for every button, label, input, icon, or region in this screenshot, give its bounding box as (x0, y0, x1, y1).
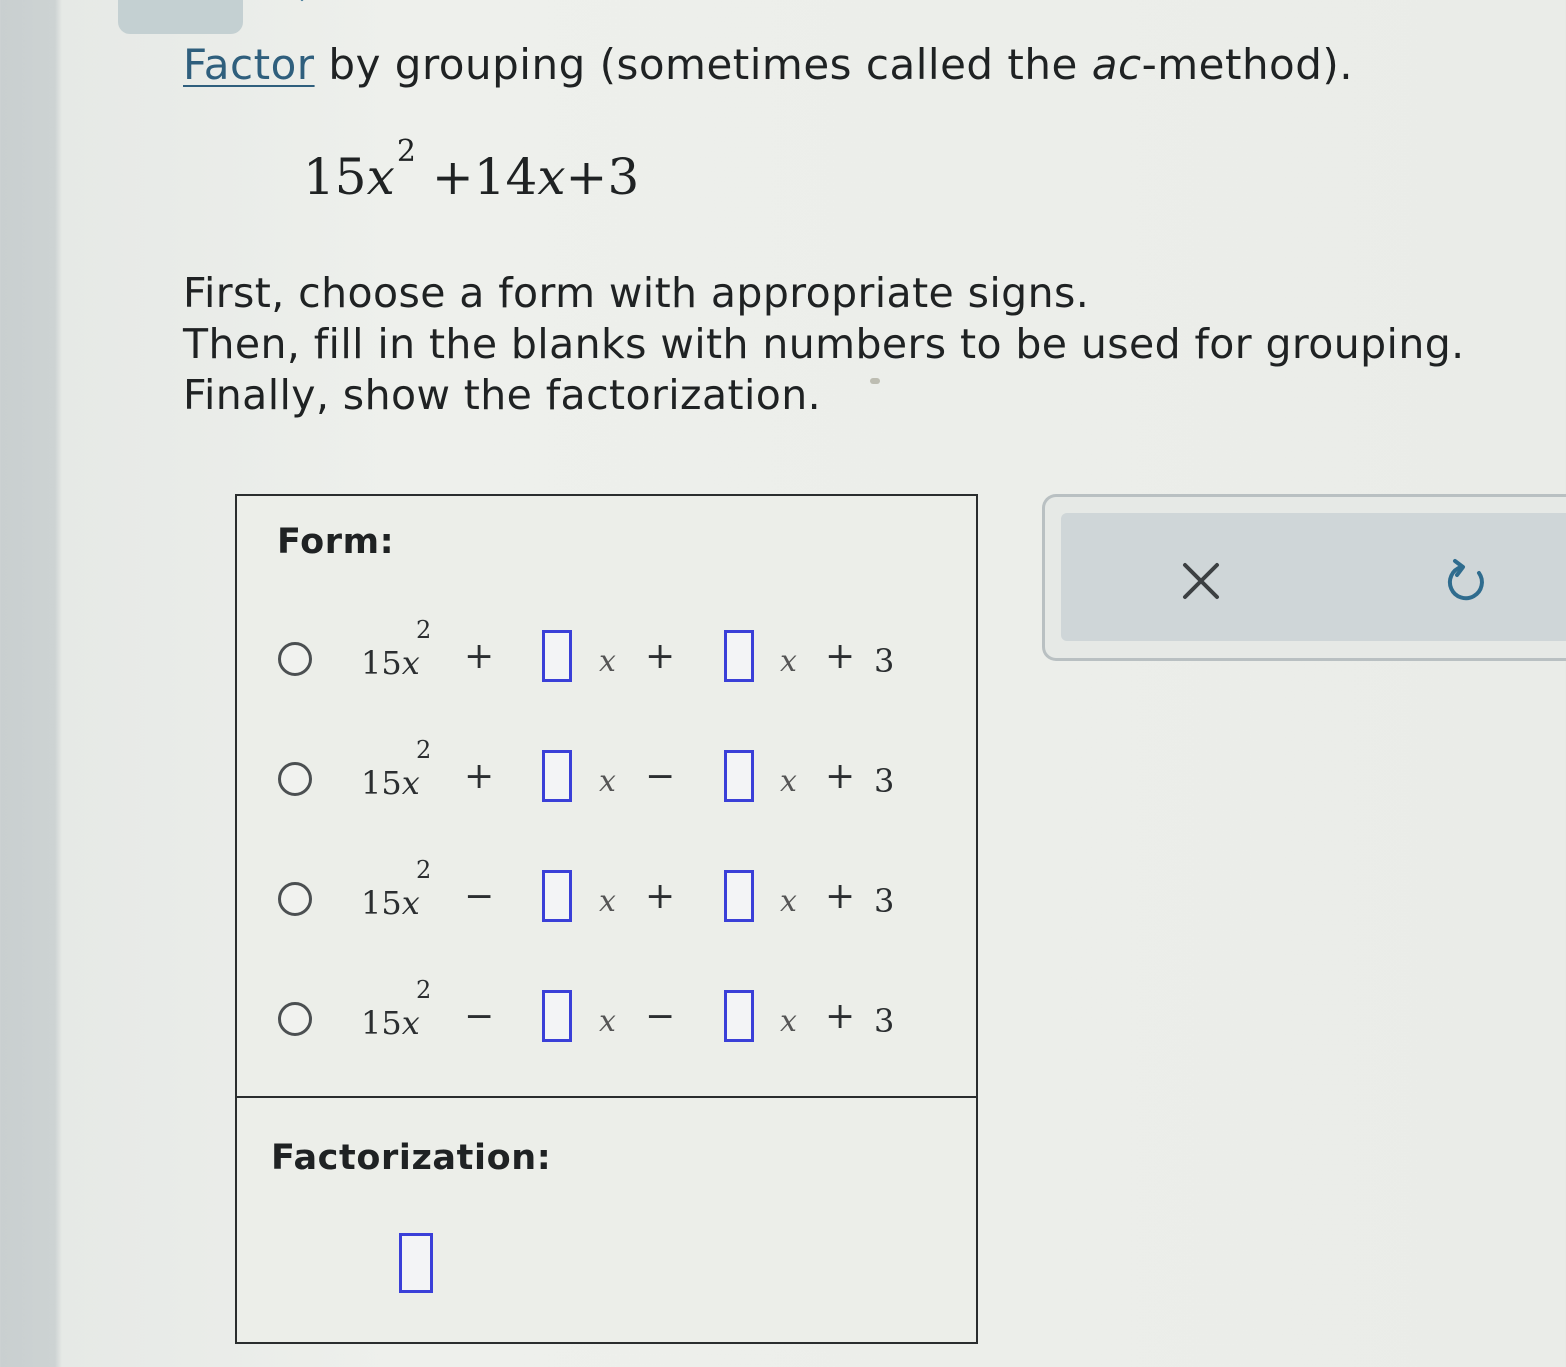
x-var-2: x (780, 1004, 797, 1039)
lead-power: 2 (416, 856, 432, 884)
prompt-text-end: -method). (1141, 40, 1354, 89)
leading-term: 15x 2 (361, 736, 431, 802)
blank-input-1[interactable] (542, 990, 572, 1042)
lead-coef: 15 (361, 884, 402, 922)
x-var-2: x (780, 764, 797, 799)
blank-input-2[interactable] (724, 870, 754, 922)
top-tab (118, 0, 304, 34)
lead-coef: 15 (361, 1004, 402, 1042)
sign-1: − (464, 876, 495, 917)
form-title: Form: (277, 522, 395, 562)
expr-term2: +14 (415, 148, 538, 206)
tool-panel (1042, 494, 1566, 661)
panel-divider (237, 1096, 976, 1098)
instruction-line: Then, fill in the blanks with numbers to… (183, 320, 1465, 368)
constant: 3 (874, 882, 895, 920)
lead-var: x (401, 1004, 420, 1042)
form-option-radio[interactable] (278, 762, 312, 796)
undo-icon (1447, 559, 1484, 601)
sign-1: − (464, 996, 495, 1037)
decorative-mark (870, 378, 880, 384)
blank-input-2[interactable] (724, 750, 754, 802)
blank-input-1[interactable] (542, 870, 572, 922)
constant: 3 (874, 642, 895, 680)
answer-panel: Form: 15x2 + x + x + 3 15x2 + x − x + (235, 494, 978, 1344)
prompt-text: by grouping (sometimes called the (314, 40, 1092, 89)
lead-var: x (401, 884, 420, 922)
lead-var: x (401, 644, 420, 682)
x-var-2: x (780, 884, 797, 919)
sign-2: + (645, 876, 676, 917)
form-option-radio[interactable] (278, 882, 312, 916)
blank-input-2[interactable] (724, 630, 754, 682)
leading-term: 15x 2 (361, 856, 431, 922)
x-icon (1183, 563, 1219, 599)
form-option-radio[interactable] (278, 1002, 312, 1036)
x-var-1: x (599, 884, 616, 919)
instruction-line: Finally, show the factorization. (183, 371, 822, 419)
lead-coef: 15 (361, 644, 402, 682)
lead-power: 2 (416, 976, 432, 1004)
expr-constant: +3 (565, 148, 640, 206)
x-var-1: x (599, 644, 616, 679)
expr-var2: x (537, 148, 566, 206)
form-option-row[interactable]: 15x 2 + x + x + 3 (237, 616, 977, 700)
leading-term: 15x 2 (361, 616, 431, 682)
chevron-down-icon (300, 0, 304, 2)
instructions: First, choose a form with appropriate si… (183, 268, 1465, 421)
undo-button[interactable] (1439, 553, 1495, 609)
blank-input-1[interactable] (542, 750, 572, 802)
problem-prompt: Factor by grouping (sometimes called the… (183, 40, 1353, 89)
sign-1: + (464, 636, 495, 677)
form-option-row[interactable]: 15x 2 − x − x + 3 (237, 976, 977, 1060)
leading-term: 15x 2 (361, 976, 431, 1042)
form-option-radio[interactable] (278, 642, 312, 676)
constant: 3 (874, 762, 895, 800)
clear-button[interactable] (1173, 553, 1229, 609)
sign-2: − (645, 756, 676, 797)
x-var-1: x (599, 764, 616, 799)
factorization-input[interactable] (399, 1233, 433, 1293)
expr-var: x (366, 148, 395, 206)
lead-var: x (401, 764, 420, 802)
expr-power: 2 (396, 134, 416, 169)
sign-1: + (464, 756, 495, 797)
blank-input-2[interactable] (724, 990, 754, 1042)
prompt-ac: ac (1091, 40, 1142, 89)
sign-2: + (645, 636, 676, 677)
factorization-title: Factorization: (271, 1138, 552, 1178)
form-option-row[interactable]: 15x 2 + x − x + 3 (237, 736, 977, 820)
instruction-line: First, choose a form with appropriate si… (183, 269, 1090, 317)
polynomial-expression: 15x2 +14x+3 (303, 134, 640, 206)
form-option-row[interactable]: 15x 2 − x + x + 3 (237, 856, 977, 940)
constant-sign: + (825, 636, 856, 677)
lead-power: 2 (416, 616, 432, 644)
tool-bar (1061, 513, 1566, 641)
sign-2: − (645, 996, 676, 1037)
constant-sign: + (825, 996, 856, 1037)
blank-input-1[interactable] (542, 630, 572, 682)
constant-sign: + (825, 876, 856, 917)
factor-link[interactable]: Factor (183, 40, 315, 89)
expr-coef: 15 (303, 148, 367, 206)
lead-coef: 15 (361, 764, 402, 802)
x-var-1: x (599, 1004, 616, 1039)
lead-power: 2 (416, 736, 432, 764)
x-var-2: x (780, 644, 797, 679)
constant: 3 (874, 1002, 895, 1040)
constant-sign: + (825, 756, 856, 797)
